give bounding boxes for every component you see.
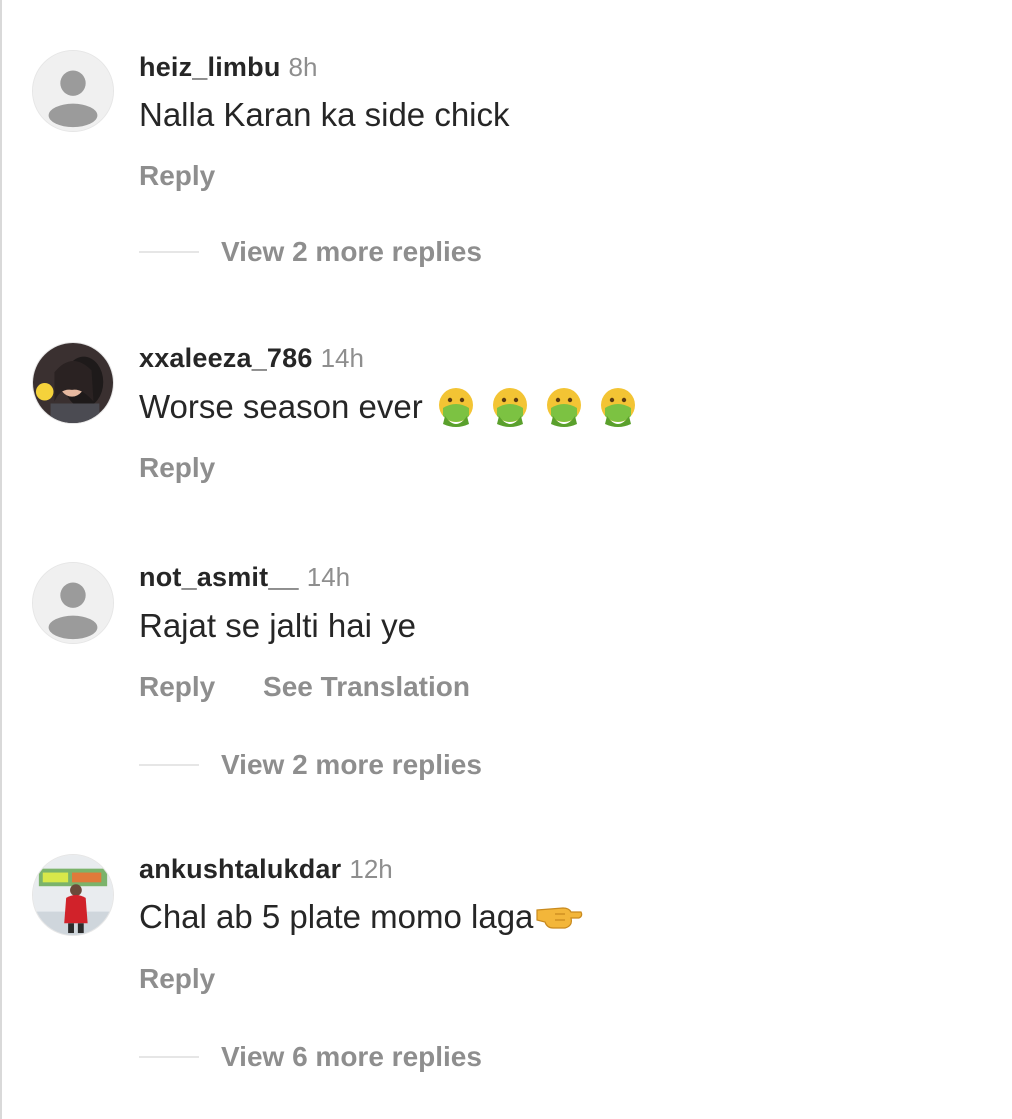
view-more-replies[interactable]: View 6 more replies — [139, 1041, 482, 1073]
comment-time: 8h — [288, 52, 318, 82]
reply-button[interactable]: Reply — [139, 160, 215, 191]
comment-time: 12h — [349, 854, 393, 884]
comment-username[interactable]: not_asmit__ — [139, 562, 299, 592]
view-more-replies-label[interactable]: View 2 more replies — [221, 236, 482, 268]
comment-username[interactable]: xxaleeza_786 — [139, 343, 313, 373]
pointing-hand-icon — [535, 900, 585, 934]
comment-text-content: Worse season ever — [139, 388, 423, 425]
view-more-replies[interactable]: View 2 more replies — [139, 749, 482, 781]
reply-button[interactable]: Reply — [139, 963, 215, 994]
comment-username[interactable]: heiz_limbu — [139, 52, 281, 82]
comment-text: Rajat se jalti hai ye — [139, 607, 416, 645]
view-more-replies[interactable]: View 2 more replies — [139, 236, 482, 268]
reply-button[interactable]: Reply — [139, 452, 215, 483]
view-more-replies-label[interactable]: View 2 more replies — [221, 749, 482, 781]
default-avatar-icon[interactable] — [32, 50, 114, 132]
page-edge-divider — [0, 0, 2, 1119]
comment-text: Chal ab 5 plate momo laga — [139, 898, 585, 936]
comment-text-content: Chal ab 5 plate momo laga — [139, 898, 534, 935]
comment-text-content: Nalla Karan ka side chick — [139, 96, 510, 133]
comment-username[interactable]: ankushtalukdar — [139, 854, 341, 884]
view-more-replies-label[interactable]: View 6 more replies — [221, 1041, 482, 1073]
comment-text: Nalla Karan ka side chick — [139, 96, 510, 134]
comment-text: Worse season ever — [139, 386, 639, 428]
nauseated-face-icon — [489, 386, 531, 428]
comment-time: 14h — [306, 562, 351, 592]
default-avatar-icon[interactable] — [32, 562, 114, 644]
nauseated-face-icon — [543, 386, 585, 428]
replies-line-divider — [139, 764, 199, 766]
nauseated-face-icon — [435, 386, 477, 428]
nauseated-face-icon — [597, 386, 639, 428]
comment-time: 14h — [320, 343, 364, 373]
see-translation-button[interactable]: See Translation — [263, 671, 470, 702]
profile-photo-avatar[interactable] — [32, 854, 114, 936]
replies-line-divider — [139, 251, 199, 253]
replies-line-divider — [139, 1056, 199, 1058]
profile-photo-avatar[interactable] — [32, 342, 114, 424]
comment-text-content: Rajat se jalti hai ye — [139, 607, 416, 644]
reply-button[interactable]: Reply — [139, 671, 215, 702]
